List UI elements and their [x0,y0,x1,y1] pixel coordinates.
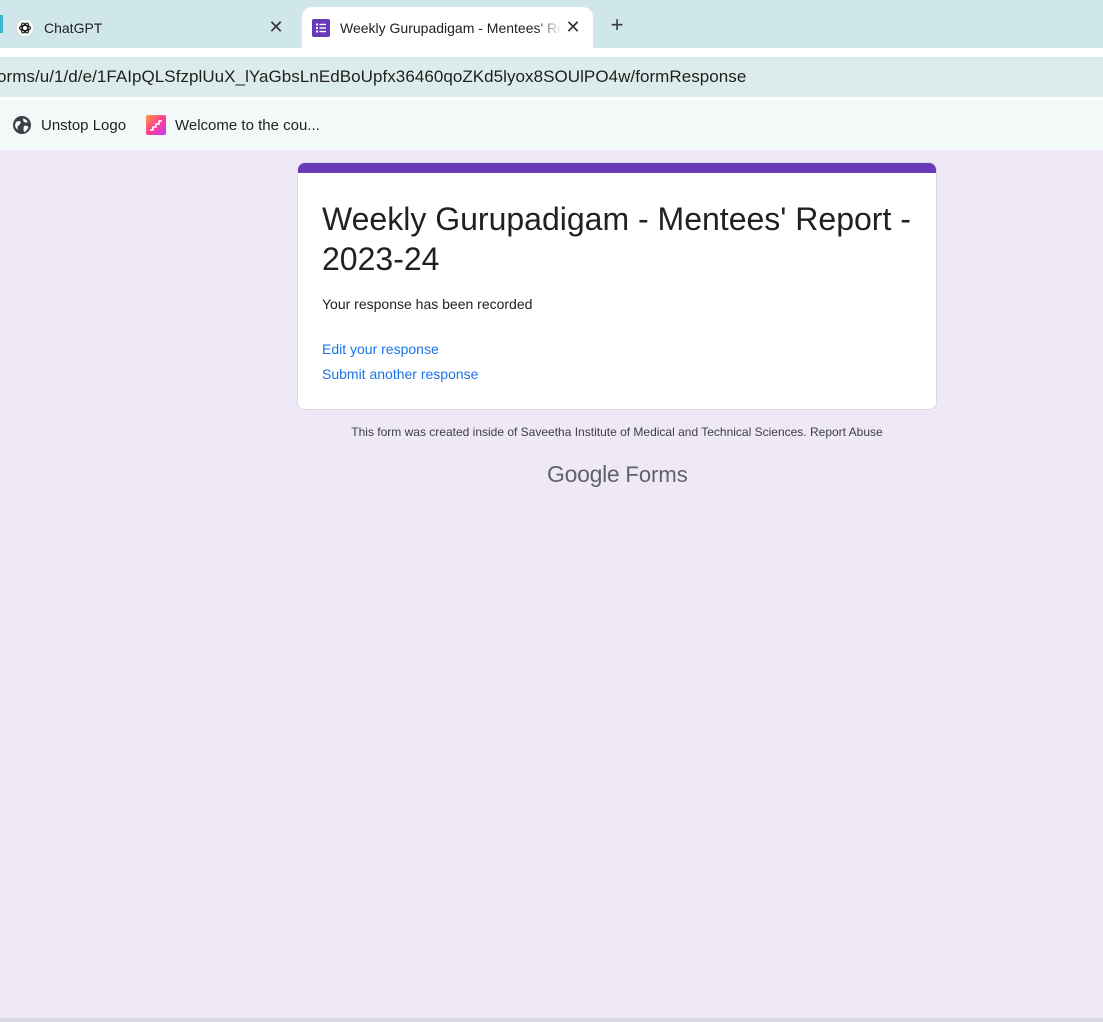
confirmation-message: Your response has been recorded [322,296,533,312]
google-wordmark: Google [547,461,620,487]
close-icon[interactable]: ✕ [265,17,287,39]
footer-text: This form was created inside of Saveetha… [351,425,807,439]
bookmark-welcome[interactable]: Welcome to the cou... [146,110,320,140]
card-accent-bar [298,163,936,173]
google-forms-icon [312,18,330,37]
tab-strip: ChatGPT ✕ Weekly Gurupadigam - Mentees' … [0,0,1103,48]
bookmarks-bar: Unstop Logo Welcome to the cou... [0,100,1103,150]
tab-title: ChatGPT [44,19,103,36]
close-icon[interactable]: ✕ [562,17,584,39]
tab-edge-indicator [0,15,3,33]
edit-response-link[interactable]: Edit your response [322,341,439,357]
page-content: Weekly Gurupadigam - Mentees' Report - 2… [0,150,1103,1020]
bookmark-label: Unstop Logo [41,116,127,134]
address-bar[interactable]: orms/u/1/d/e/1FAIpQLSfzplUuX_lYaGbsLnEdB… [0,57,1103,97]
report-abuse-link[interactable]: Report Abuse [810,425,883,439]
submit-another-link[interactable]: Submit another response [322,366,478,382]
footer-note: This form was created inside of Saveetha… [297,425,937,439]
response-card: Weekly Gurupadigam - Mentees' Report - 2… [297,162,937,410]
tab-chatgpt[interactable]: ChatGPT ✕ [4,7,296,48]
tab-title: Weekly Gurupadigam - Mentees' Report - 2… [340,19,562,36]
google-forms-logo[interactable]: Google Forms [547,461,688,488]
tab-google-form[interactable]: Weekly Gurupadigam - Mentees' Report - 2… [302,7,593,48]
form-title: Weekly Gurupadigam - Mentees' Report - 2… [322,201,911,277]
stairs-icon [146,115,166,135]
browser-toolbar: orms/u/1/d/e/1FAIpQLSfzplUuX_lYaGbsLnEdB… [0,48,1103,100]
forms-wordmark: Forms [625,462,688,487]
window-bottom-border [0,1018,1103,1022]
new-tab-button[interactable]: + [604,12,630,38]
url-text[interactable]: orms/u/1/d/e/1FAIpQLSfzplUuX_lYaGbsLnEdB… [0,67,746,87]
globe-icon [12,115,32,135]
bookmark-label: Welcome to the cou... [175,116,320,134]
chatgpt-icon [16,18,34,37]
bookmark-unstop-logo[interactable]: Unstop Logo [12,110,126,140]
